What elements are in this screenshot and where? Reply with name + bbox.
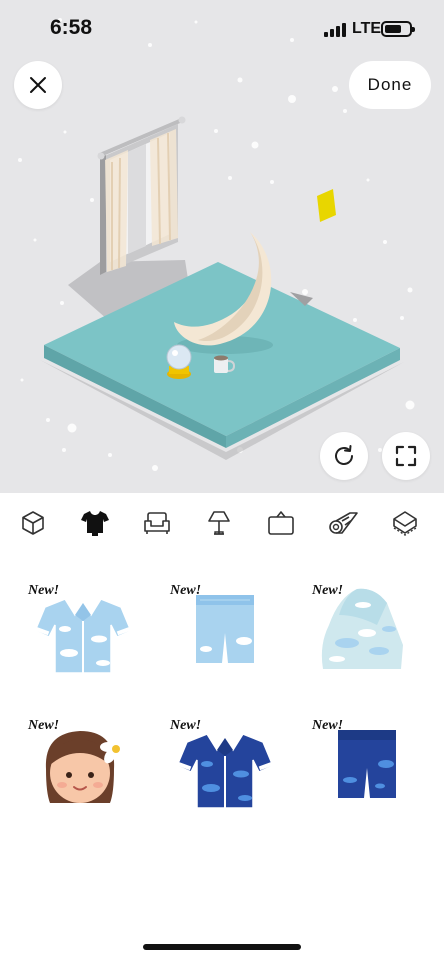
status-bar: 6:58 LTE — [0, 0, 444, 60]
flower-girl-head-image — [45, 731, 132, 803]
plumeria-flower — [100, 733, 132, 765]
item-cloud-shorts-light[interactable]: New! — [170, 583, 290, 703]
close-icon — [30, 77, 46, 93]
item-cloud-shorts-dark[interactable]: New! — [312, 718, 432, 838]
new-badge: New! — [170, 583, 202, 598]
cloud-shorts-light-image — [196, 595, 254, 669]
cloud-shirt-dark-image — [176, 733, 274, 809]
tshirt-icon — [81, 511, 109, 536]
battery-icon — [381, 21, 415, 37]
status-time: 6:58 — [50, 16, 93, 39]
signal-strength-icon — [324, 23, 346, 37]
sofa-icon — [144, 512, 170, 534]
home-indicator[interactable] — [143, 944, 301, 950]
yellow-note — [317, 189, 336, 222]
close-button[interactable] — [14, 61, 62, 109]
snow-globe — [166, 344, 192, 379]
cloud-shorts-dark-image — [338, 730, 396, 804]
rotate-icon — [335, 445, 353, 465]
network-type: LTE — [352, 20, 382, 37]
cube-icon — [22, 511, 44, 535]
item-cloud-shirt-light[interactable]: New! — [28, 583, 148, 703]
item-grid: New! New! New! New! New! New! — [0, 553, 444, 913]
item-flower-girl-head[interactable]: New! — [28, 718, 148, 838]
new-badge: New! — [28, 583, 60, 598]
tab-wall-decor[interactable] — [261, 503, 301, 543]
new-badge: New! — [312, 718, 344, 733]
expand-icon — [395, 445, 417, 467]
tab-rugs[interactable] — [323, 503, 363, 543]
tab-lighting[interactable] — [199, 503, 239, 543]
item-cloud-shirt-dark[interactable]: New! — [170, 718, 290, 838]
fullscreen-button[interactable] — [382, 432, 430, 480]
category-tab-bar — [0, 493, 444, 553]
tab-floor[interactable] — [385, 503, 425, 543]
lamp-icon — [208, 511, 230, 535]
floor-tile-icon — [393, 511, 417, 536]
rotate-button[interactable] — [320, 432, 368, 480]
rug-roll-icon — [329, 512, 358, 534]
new-badge: New! — [28, 718, 60, 733]
done-button[interactable]: Done — [349, 61, 431, 109]
item-cloud-blanket[interactable]: New! — [312, 583, 432, 703]
tab-furniture[interactable] — [137, 503, 177, 543]
room-scene[interactable]: 6:58 LTE Done — [0, 0, 444, 493]
cloud-shirt-light-image — [34, 598, 132, 674]
window-with-curtain — [97, 116, 186, 275]
new-badge: New! — [170, 718, 202, 733]
tab-objects[interactable] — [13, 503, 53, 543]
wall-frame-icon — [268, 511, 294, 535]
new-badge: New! — [312, 583, 344, 598]
tab-clothing[interactable] — [75, 503, 115, 543]
